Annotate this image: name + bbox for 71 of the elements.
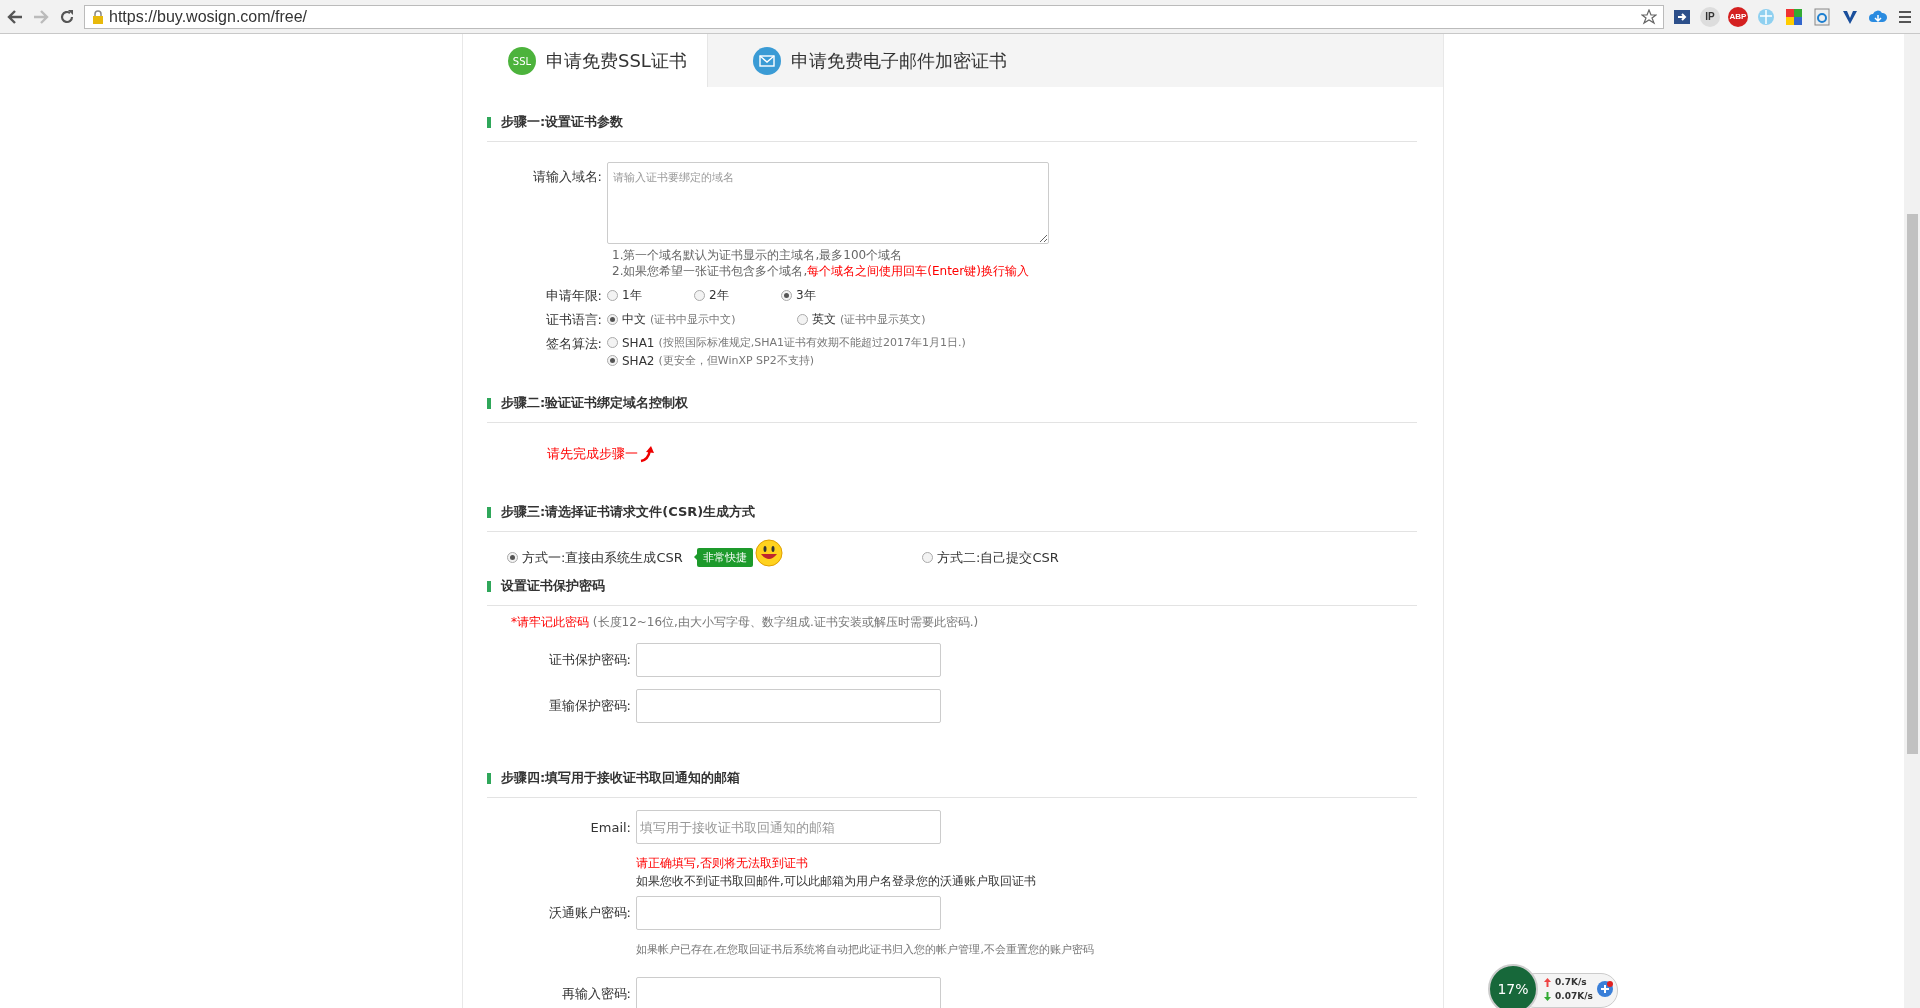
- password-field[interactable]: [636, 689, 941, 723]
- ip-icon[interactable]: IP: [1700, 6, 1720, 27]
- up-arrow-icon: [1544, 977, 1551, 987]
- option-label[interactable]: 英文: [812, 311, 836, 328]
- radio-button[interactable]: [607, 337, 618, 348]
- field-label: 沃通账户密码:: [547, 904, 632, 922]
- document-icon[interactable]: [1812, 6, 1832, 27]
- radio-button[interactable]: [607, 314, 618, 325]
- option-note: (按照国际标准规定,SHA1证书有效期不能超过2017年1月1日.): [658, 335, 966, 350]
- scrollbar[interactable]: [1904, 34, 1920, 1008]
- notice-text: 请先完成步骤一: [547, 445, 638, 463]
- arrow-icon: [640, 445, 656, 463]
- field-label: Email:: [589, 819, 632, 835]
- down-arrow-icon: [1544, 991, 1551, 1001]
- option-label[interactable]: 中文: [622, 311, 646, 328]
- radio-button[interactable]: [607, 290, 618, 301]
- option-label[interactable]: 方式一:直接由系统生成CSR: [522, 548, 683, 567]
- field-label: 再输入密码:: [560, 985, 632, 1003]
- password-field[interactable]: [636, 643, 941, 677]
- radio-button[interactable]: [607, 355, 618, 366]
- plus-icon[interactable]: [1596, 980, 1614, 998]
- field-label: 证书保护密码:: [547, 651, 632, 669]
- option-label[interactable]: 方式二:自己提交CSR: [937, 548, 1059, 567]
- smiley-icon: [754, 538, 783, 567]
- envelope-icon: [752, 46, 781, 75]
- field-label: 请输入域名:: [531, 168, 603, 186]
- field-label: 申请年限:: [544, 287, 603, 305]
- tiles-icon[interactable]: [1784, 6, 1804, 27]
- lock-icon: [91, 9, 105, 24]
- hint-text: 1.第一个域名默认为证书显示的主域名,最多100个域名: [612, 247, 904, 263]
- radio-button[interactable]: [797, 314, 808, 325]
- address-bar[interactable]: https://buy.wosign.com/free/: [84, 4, 1664, 29]
- warning-text: 请正确填写,否则将无法取到证书: [636, 855, 809, 872]
- hint-text: 2.如果您希望一张证书包含多个域名,每个域名之间使用回车(Enter键)换行输入: [612, 263, 1030, 279]
- ssl-icon: SSL: [508, 46, 536, 75]
- usage-gauge: 17%: [1488, 964, 1538, 1008]
- option-label[interactable]: SHA2: [622, 353, 655, 368]
- section-title: 设置证书保护密码: [501, 577, 605, 595]
- option-note: (更安全，但WinXP SP2不支持): [658, 353, 814, 368]
- option-label[interactable]: 1年: [622, 287, 642, 304]
- star-icon[interactable]: [1641, 8, 1657, 25]
- upload-rate: 0.7K/s: [1555, 976, 1587, 989]
- option-label[interactable]: 2年: [709, 287, 729, 304]
- radio-button[interactable]: [507, 552, 518, 563]
- info-text: 如果帐户已存在,在您取回证书后系统将自动把此证书归入您的帐户管理,不会重置您的账户密码: [636, 942, 1095, 957]
- password-field[interactable]: [636, 896, 941, 930]
- section-title: 步骤四:填写用于接收证书取回通知的邮箱: [501, 769, 741, 787]
- option-label[interactable]: 3年: [796, 287, 816, 304]
- password-field[interactable]: [636, 977, 941, 1008]
- field-label: 重输保护密码:: [547, 697, 632, 715]
- domain-field[interactable]: 请输入证书要绑定的域名: [607, 162, 1049, 244]
- section-title: 步骤三:请选择证书请求文件(CSR)生成方式: [501, 503, 756, 521]
- radio-button[interactable]: [922, 552, 933, 563]
- email-field[interactable]: 填写用于接收证书取回通知的邮箱: [636, 810, 941, 844]
- radio-button[interactable]: [781, 290, 792, 301]
- tab[interactable]: 申请免费电子邮件加密证书: [707, 34, 1027, 87]
- option-label[interactable]: SHA1: [622, 335, 655, 350]
- password-reminder: *请牢记此密码 (长度12~16位,由大小写字母、数字组成.证书安装或解压时需要此密码.): [511, 614, 980, 631]
- adblock-icon[interactable]: ABP: [1728, 6, 1748, 27]
- option-note: (证书中显示中文): [650, 312, 736, 327]
- tab[interactable]: SSL 申请免费SSL证书: [463, 34, 708, 87]
- download-rate: 0.07K/s: [1555, 990, 1593, 1003]
- field-label: 证书语言:: [544, 311, 603, 329]
- reload-icon[interactable]: [58, 7, 76, 26]
- section-title: 步骤一:设置证书参数: [501, 113, 624, 131]
- info-text: 如果您收不到证书取回邮件,可以此邮箱为用户名登录您的沃通账户取回证书: [636, 873, 1037, 890]
- back-icon[interactable]: [6, 7, 24, 26]
- section-title: 步骤二:验证证书绑定域名控制权: [501, 394, 689, 412]
- field-label: 签名算法:: [544, 335, 603, 353]
- option-note: (证书中显示英文): [840, 312, 926, 327]
- radio-button[interactable]: [694, 290, 705, 301]
